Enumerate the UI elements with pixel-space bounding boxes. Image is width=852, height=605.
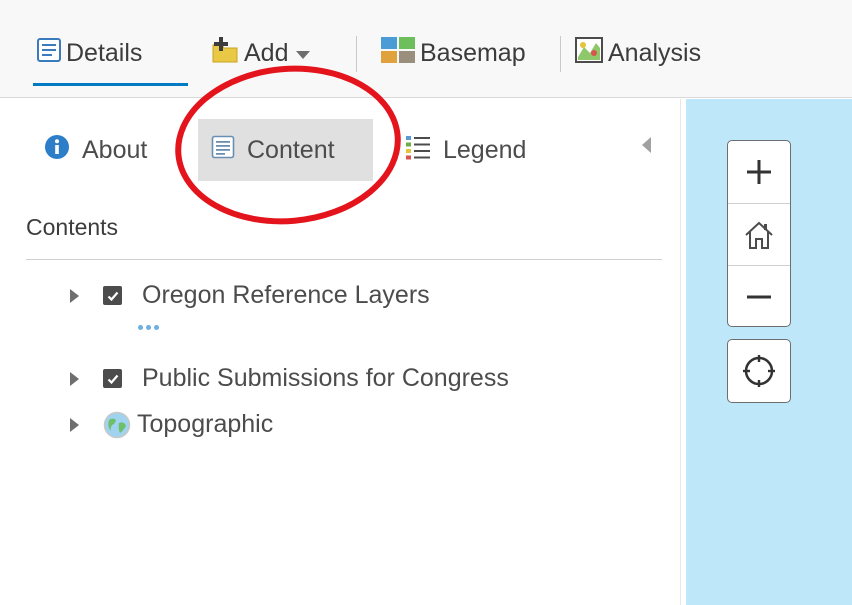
- collapse-panel-icon[interactable]: [642, 137, 651, 153]
- toolbar-divider: [560, 36, 561, 72]
- expand-icon[interactable]: [70, 288, 79, 303]
- contents-divider: [26, 259, 662, 260]
- layer-checkbox[interactable]: [103, 369, 122, 388]
- add-button[interactable]: Add: [210, 35, 311, 72]
- checkmark-icon: [107, 291, 118, 301]
- tab-about[interactable]: About: [44, 119, 147, 181]
- tab-content-label: Content: [247, 135, 335, 164]
- layer-item: Topographic: [70, 410, 273, 439]
- checkmark-icon: [107, 374, 118, 384]
- tab-about-label: About: [82, 135, 148, 164]
- basemap-button[interactable]: Basemap: [380, 36, 526, 70]
- layer-name[interactable]: Public Submissions for Congress: [142, 364, 509, 393]
- tab-content[interactable]: Content: [198, 119, 373, 181]
- content-icon: [211, 135, 235, 166]
- home-button[interactable]: [728, 203, 790, 265]
- panel-divider: [680, 99, 681, 605]
- plus-icon: [747, 160, 771, 184]
- analysis-icon: [574, 35, 604, 72]
- add-icon: [210, 35, 240, 72]
- zoom-in-button[interactable]: [728, 141, 790, 203]
- more-options-icon[interactable]: [138, 325, 159, 330]
- tab-legend[interactable]: Legend: [405, 119, 526, 181]
- details-icon: [36, 37, 62, 70]
- basemap-label: Basemap: [420, 38, 526, 67]
- zoom-out-button[interactable]: [728, 265, 790, 326]
- crosshair-icon: [743, 355, 775, 387]
- layer-checkbox[interactable]: [103, 286, 122, 305]
- details-panel: About Content Legend Contents Oregon Ref…: [0, 99, 686, 605]
- layer-name[interactable]: Topographic: [137, 410, 273, 439]
- zoom-controls: [727, 140, 791, 327]
- locate-button[interactable]: [727, 339, 791, 403]
- toolbar-divider: [356, 36, 357, 72]
- details-label: Details: [66, 38, 143, 67]
- layer-item: Public Submissions for Congress: [70, 364, 509, 393]
- basemap-icon: [380, 35, 416, 72]
- top-toolbar: Details Add Basemap Analysis: [0, 0, 852, 98]
- home-icon: [745, 221, 773, 249]
- chevron-down-icon: [296, 51, 311, 59]
- analysis-button[interactable]: Analysis: [574, 36, 701, 70]
- legend-icon: [405, 134, 431, 167]
- layer-item: Oregon Reference Layers: [70, 281, 430, 310]
- expand-icon[interactable]: [70, 417, 79, 432]
- contents-heading: Contents: [26, 214, 119, 240]
- tab-legend-label: Legend: [443, 135, 527, 164]
- layer-name[interactable]: Oregon Reference Layers: [142, 281, 430, 310]
- expand-icon[interactable]: [70, 371, 79, 386]
- map-view[interactable]: [686, 99, 852, 605]
- analysis-label: Analysis: [608, 38, 702, 67]
- globe-icon: [103, 411, 131, 439]
- details-button[interactable]: Details: [36, 36, 142, 70]
- details-active-indicator: [33, 83, 188, 86]
- add-label: Add: [244, 38, 289, 67]
- info-icon: [44, 134, 70, 167]
- minus-icon: [747, 295, 771, 298]
